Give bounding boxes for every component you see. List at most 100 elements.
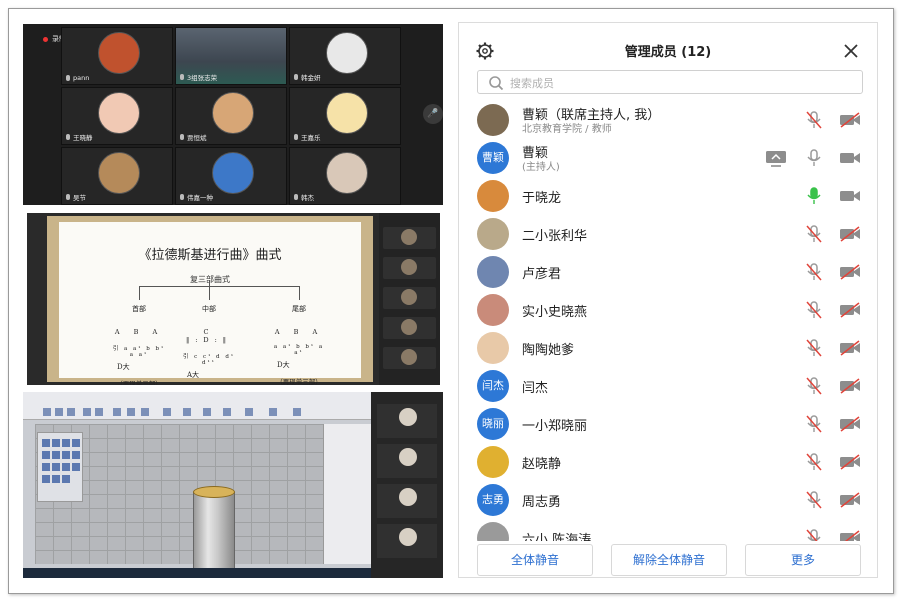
camera-icon[interactable] [839, 186, 861, 206]
member-row[interactable]: 曹颖（联席主持人, 我） 北京教育学院 / 教师 [459, 101, 877, 139]
microphone-icon [180, 134, 184, 140]
avatar: 晓丽 [477, 408, 509, 440]
unmute-all-button[interactable]: 解除全体静音 [611, 544, 727, 576]
video-tile[interactable]: 伟嘉一种 [175, 147, 287, 205]
microphone-icon [66, 75, 70, 81]
search-placeholder: 搜索成员 [510, 77, 554, 90]
form-section: 首部 A B A 引 a a¹ b b¹ a a¹ D大 （再现单三部） [109, 304, 169, 385]
panel-footer: 全体静音 解除全体静音 更多 [459, 541, 877, 577]
video-tile[interactable]: 贾恒斌 [175, 87, 287, 145]
mic-muted-icon[interactable] [803, 490, 825, 510]
camera-off-icon[interactable] [839, 224, 861, 244]
video-tile-name: 韩金妍 [294, 72, 321, 82]
video-tile[interactable]: pann [61, 27, 173, 85]
screen-share-icon[interactable] [765, 148, 787, 168]
mic-muted-icon[interactable] [803, 452, 825, 472]
member-row[interactable]: 卢彦君 [459, 253, 877, 291]
microphone-icon [294, 74, 298, 80]
os-taskbar [23, 568, 371, 578]
camera-off-icon[interactable] [839, 452, 861, 472]
mic-muted-icon[interactable] [803, 224, 825, 244]
avatar [212, 152, 254, 194]
microphone-icon[interactable] [803, 186, 825, 206]
close-icon[interactable] [841, 41, 861, 61]
member-name: 闫杰 [522, 381, 549, 396]
avatar: 曹颖 [477, 142, 509, 174]
mic-muted-icon[interactable] [803, 338, 825, 358]
video-tile-name: 王嘉乐 [294, 132, 321, 142]
section-notes: 引 c c¹ d d¹ d¹¹ [182, 354, 236, 366]
avatar: 志勇 [477, 484, 509, 516]
section-name: 中部 [202, 305, 216, 313]
microphone-icon[interactable] [803, 148, 825, 168]
video-tile[interactable]: 韩杰 [289, 147, 401, 205]
participant-name: 王嘉乐 [301, 134, 321, 142]
mute-all-button[interactable]: 全体静音 [477, 544, 593, 576]
record-dot-icon [43, 36, 48, 42]
member-row[interactable]: 曹颖 曹颖 (主持人) [459, 139, 877, 177]
avatar [326, 32, 368, 74]
participant-name: pann [73, 74, 90, 82]
member-row[interactable]: 六小 陈海涛 [459, 519, 877, 541]
microphone-icon [294, 194, 298, 200]
mic-muted-icon[interactable] [803, 262, 825, 282]
camera-off-icon[interactable] [839, 528, 861, 541]
section-notes: a a¹ b b¹ a a¹ [273, 344, 325, 356]
camera-off-icon[interactable] [839, 338, 861, 358]
video-tile-name: 王晓静 [66, 132, 93, 142]
mic-muted-icon[interactable] [803, 110, 825, 130]
microphone-icon [66, 194, 70, 200]
camera-icon[interactable] [839, 148, 861, 168]
microphone-icon[interactable]: 🎤 [423, 104, 443, 124]
member-row[interactable]: 实小史晓燕 [459, 291, 877, 329]
video-tile-name: 韩杰 [294, 192, 314, 202]
camera-off-icon[interactable] [839, 110, 861, 130]
member-name: 赵晓静 [522, 457, 562, 472]
video-tile-name: 吴节 [66, 192, 86, 202]
member-name: 卢彦君 [522, 267, 562, 282]
member-row[interactable]: 二小张利华 [459, 215, 877, 253]
mic-muted-icon[interactable] [803, 300, 825, 320]
video-tile[interactable]: 王嘉乐 [289, 87, 401, 145]
mic-muted-icon[interactable] [803, 376, 825, 396]
member-name: 实小史晓燕 [522, 305, 588, 320]
video-tile[interactable]: 3组张志荣 [175, 27, 287, 85]
member-name: 于晓龙 [522, 191, 562, 206]
video-tile[interactable]: 吴节 [61, 147, 173, 205]
member-name: 周志勇 [522, 495, 562, 510]
member-row[interactable]: 于晓龙 [459, 177, 877, 215]
section-key: A大 [187, 371, 200, 379]
member-name: 陶陶她爹 [522, 343, 575, 358]
avatar [477, 446, 509, 478]
slide-title: 《拉德斯基进行曲》曲式 [138, 248, 282, 263]
avatar [477, 180, 509, 212]
member-row[interactable]: 晓丽 一小郑晓丽 [459, 405, 877, 443]
member-row[interactable]: 闫杰 闫杰 [459, 367, 877, 405]
section-note: （再现单三部） [276, 378, 322, 385]
cad-properties-panel [323, 424, 371, 564]
camera-off-icon[interactable] [839, 414, 861, 434]
camera-off-icon[interactable] [839, 376, 861, 396]
more-button[interactable]: 更多 [745, 544, 861, 576]
panel-title: 管理成员 (12) [624, 45, 712, 60]
camera-off-icon[interactable] [839, 490, 861, 510]
search-input[interactable]: 搜索成员 [477, 70, 863, 94]
participant-name: 伟嘉一种 [187, 194, 213, 202]
member-name: 六小 陈海涛 [522, 533, 592, 541]
member-name: 二小张利华 [522, 229, 588, 244]
camera-off-icon[interactable] [839, 300, 861, 320]
mic-muted-icon[interactable] [803, 528, 825, 541]
member-row[interactable]: 赵晓静 [459, 443, 877, 481]
video-tile[interactable]: 王晓静 [61, 87, 173, 145]
participant-name: 王晓静 [73, 134, 93, 142]
video-tile[interactable]: 韩金妍 [289, 27, 401, 85]
member-row[interactable]: 志勇 周志勇 [459, 481, 877, 519]
cad-participant-strip [371, 392, 443, 578]
cad-toolbar [23, 392, 371, 420]
camera-off-icon[interactable] [839, 262, 861, 282]
member-row[interactable]: 陶陶她爹 [459, 329, 877, 367]
mic-muted-icon[interactable] [803, 414, 825, 434]
member-management-panel: 管理成员 (12) 搜索成员 曹颖（联席主持人, 我） 北京教育学院 / 教师 曹颖… [458, 22, 878, 578]
section-name: 首部 [132, 305, 146, 313]
avatar [477, 522, 509, 541]
